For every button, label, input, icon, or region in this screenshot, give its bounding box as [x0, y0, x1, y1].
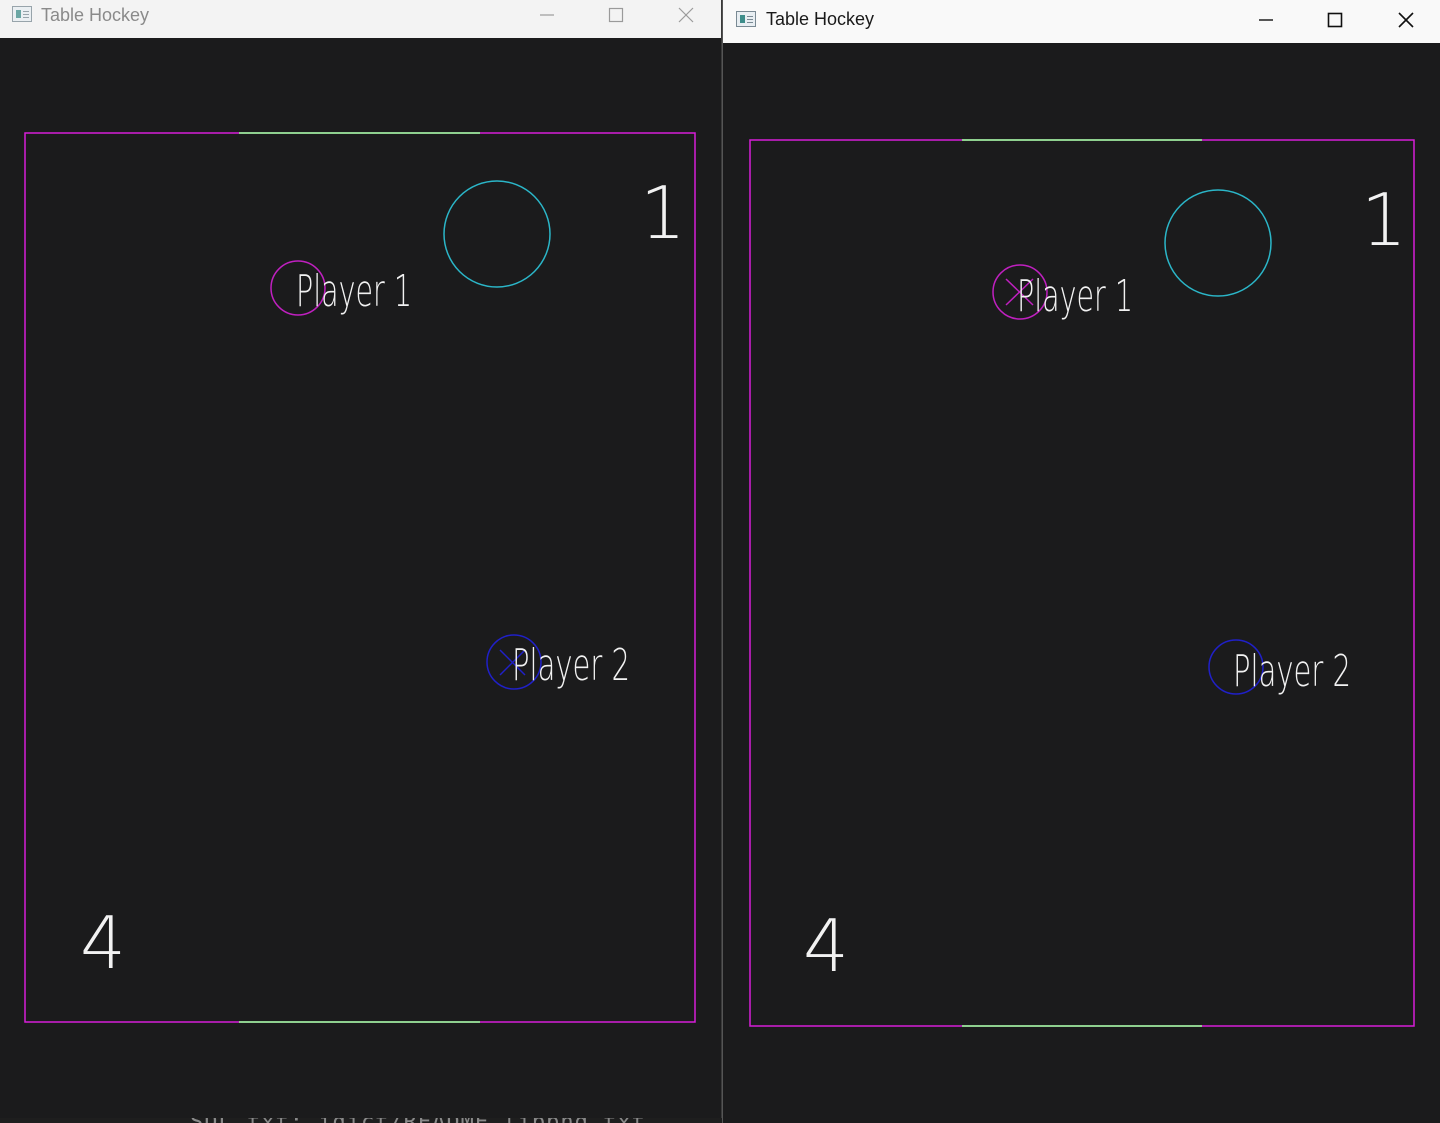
puck	[443, 180, 551, 288]
app-icon	[12, 6, 32, 22]
window-title: Table Hockey	[766, 9, 875, 29]
score-bottom: 4	[803, 904, 849, 988]
score-top: 1	[1361, 178, 1407, 262]
player1-label: Player 1	[296, 266, 412, 317]
minimize-icon[interactable]	[537, 5, 557, 25]
window-title: Table Hockey	[41, 5, 150, 25]
maximize-icon[interactable]	[1325, 10, 1345, 30]
game-canvas[interactable]: 1 4 Player 1 Player 2	[0, 38, 722, 1118]
minimize-icon[interactable]	[1256, 10, 1276, 30]
player1-label: Player 1	[1017, 271, 1133, 322]
game-canvas[interactable]: 1 4 Player 1 Player 2	[723, 43, 1440, 1123]
player2-label: Player 2	[512, 640, 630, 691]
game-window-right[interactable]: Table Hockey 1 4 Player 1 Player 2	[722, 0, 1440, 1123]
puck	[1164, 189, 1272, 297]
score-top: 1	[640, 171, 686, 255]
game-window-left[interactable]: Table Hockey 1 4 Player 1 Player 2	[0, 0, 722, 1118]
maximize-icon[interactable]	[606, 5, 626, 25]
close-icon[interactable]	[1396, 10, 1416, 30]
title-bar[interactable]: Table Hockey	[723, 0, 1440, 43]
title-bar[interactable]: Table Hockey	[0, 0, 721, 38]
player2-label: Player 2	[1233, 646, 1351, 697]
close-icon[interactable]	[676, 5, 696, 25]
app-icon	[736, 11, 756, 27]
score-bottom: 4	[80, 901, 126, 985]
